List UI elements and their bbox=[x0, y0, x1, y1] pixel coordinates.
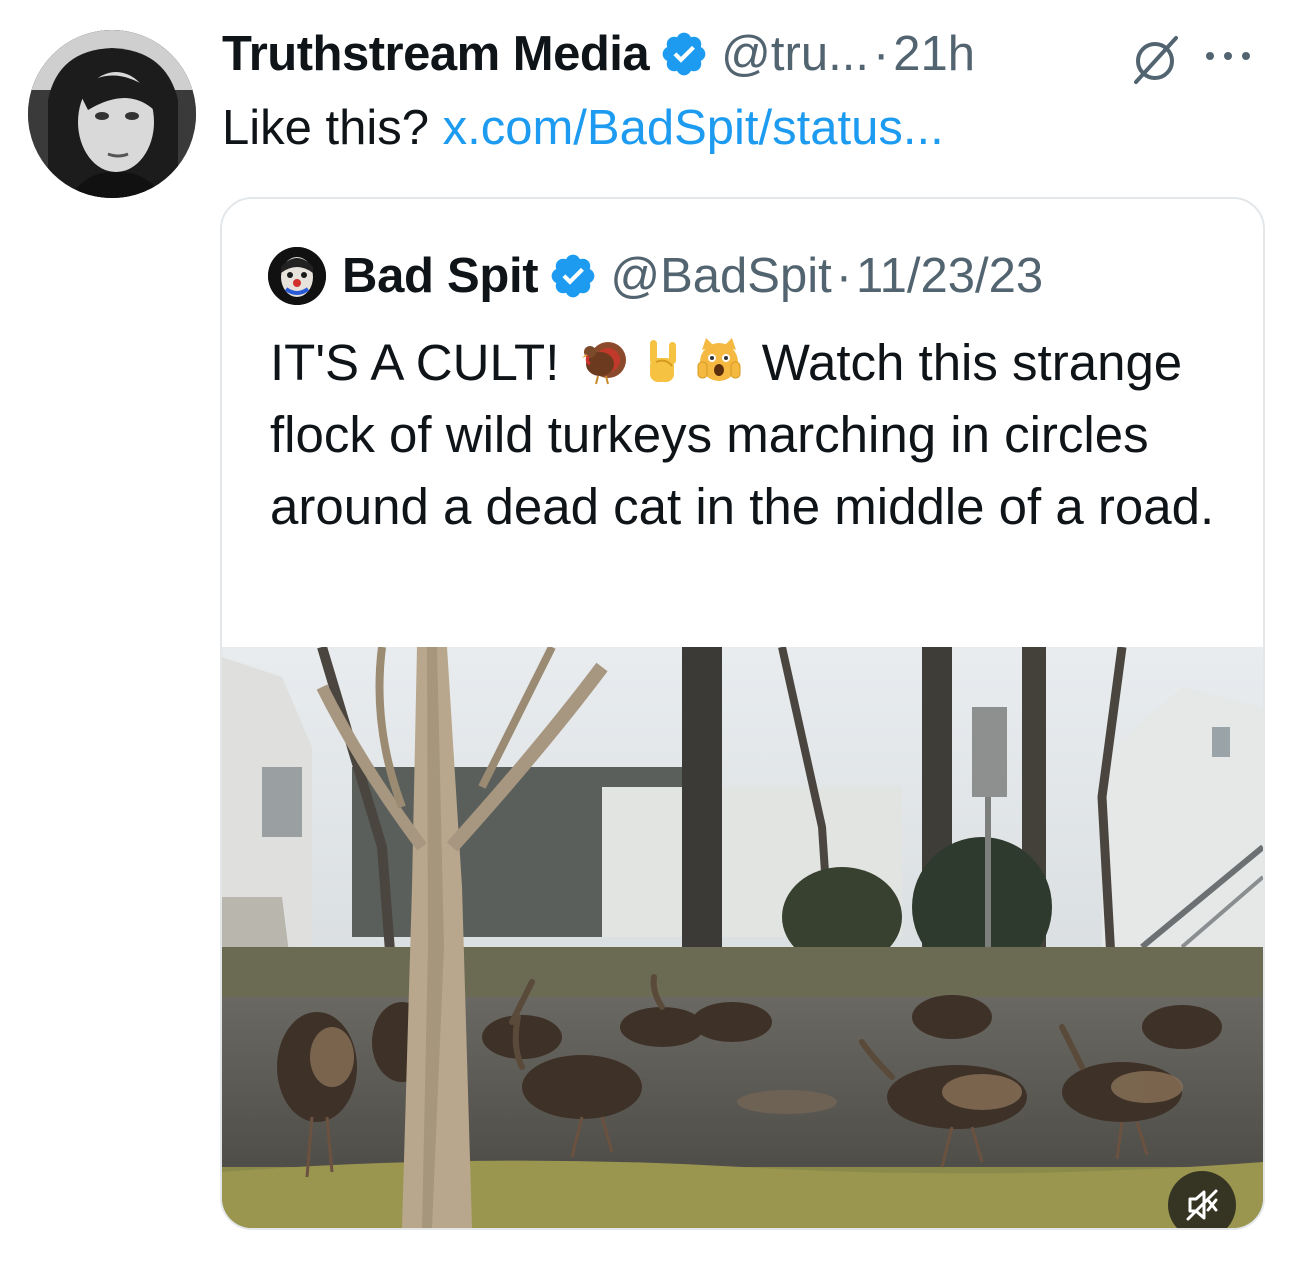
quoted-tweet-header: Bad Spit @BadSpit · 11/23/23 bbox=[268, 246, 1043, 306]
weary-cat-emoji-icon bbox=[697, 338, 741, 381]
quoted-tweet-text: IT'S A CULT! Watch this strange flock of… bbox=[270, 327, 1230, 543]
quoted-text-lead: IT'S A CULT! bbox=[270, 334, 574, 391]
grok-icon[interactable] bbox=[1126, 30, 1184, 88]
turkey-emoji-icon bbox=[581, 342, 626, 385]
tweet-timestamp[interactable]: 21h bbox=[893, 26, 975, 82]
mute-icon bbox=[1186, 1189, 1218, 1221]
quoted-author-avatar[interactable] bbox=[268, 247, 326, 305]
author-avatar[interactable] bbox=[28, 30, 196, 198]
quoted-separator-dot: · bbox=[835, 249, 853, 303]
more-icon[interactable] bbox=[1200, 40, 1256, 72]
verified-badge-icon[interactable] bbox=[659, 29, 709, 79]
quoted-video[interactable] bbox=[222, 647, 1263, 1228]
author-display-name[interactable]: Truthstream Media bbox=[222, 26, 650, 82]
quoted-verified-badge-icon[interactable] bbox=[548, 251, 598, 301]
sign-of-the-horns-emoji-icon bbox=[649, 340, 676, 382]
video-frame-image bbox=[222, 647, 1263, 1228]
tweet-link[interactable]: x.com/BadSpit/status... bbox=[443, 101, 944, 155]
quoted-tweet-card[interactable]: Bad Spit @BadSpit · 11/23/23 IT'S A CULT… bbox=[220, 197, 1265, 1230]
tweet-text-body: Like this? bbox=[222, 101, 443, 155]
tweet-text: Like this? x.com/BadSpit/status... bbox=[222, 100, 944, 156]
tweet-header: Truthstream Media @tru... · 21h bbox=[222, 22, 975, 86]
quoted-tweet-date[interactable]: 11/23/23 bbox=[856, 248, 1043, 304]
mute-button[interactable] bbox=[1168, 1171, 1236, 1228]
author-handle[interactable]: @tru... bbox=[721, 26, 869, 82]
quoted-avatar-photo bbox=[268, 247, 326, 305]
quoted-author-handle[interactable]: @BadSpit bbox=[610, 248, 831, 304]
quoted-author-display-name[interactable]: Bad Spit bbox=[342, 248, 539, 304]
separator-dot: · bbox=[872, 27, 890, 81]
avatar-photo bbox=[28, 30, 196, 198]
